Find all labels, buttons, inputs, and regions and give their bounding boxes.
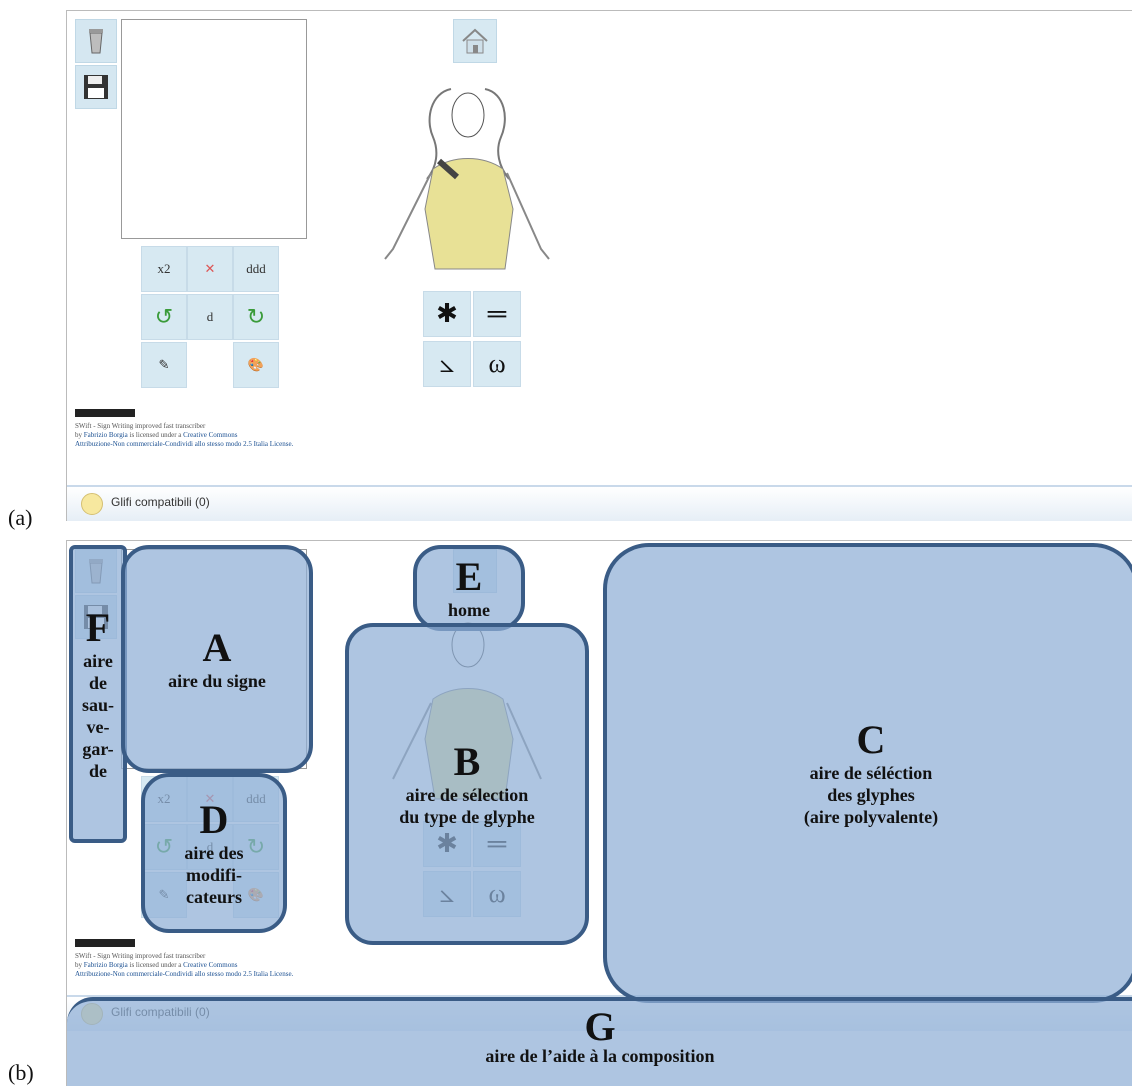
region-b-line2: du type de glyphe bbox=[399, 807, 535, 827]
region-d-line1: aire des bbox=[184, 843, 244, 863]
modifier-button-rotate-left[interactable]: ↺ bbox=[141, 294, 187, 340]
glyph-type-button-omega[interactable]: ω bbox=[473, 341, 521, 387]
author-link[interactable]: Fabrizio Borgia bbox=[84, 431, 128, 439]
region-c-line2: des glyphes bbox=[827, 785, 915, 805]
region-f-line1: aire bbox=[83, 651, 113, 671]
region-e-text: home bbox=[448, 600, 490, 620]
region-g-text: aire de l’aide à la composition bbox=[485, 1046, 715, 1066]
cc-badge[interactable] bbox=[75, 409, 135, 417]
compatible-glyphs-bar[interactable]: Glifi compatibili (0) bbox=[67, 485, 1132, 521]
license-terms-link[interactable]: Attribuzione-Non commerciale-Condividi a… bbox=[75, 970, 293, 978]
license-by: by bbox=[75, 431, 82, 439]
region-c-line1: aire de séléction bbox=[809, 763, 933, 783]
floppy-disk-icon bbox=[84, 75, 108, 99]
trash-icon bbox=[89, 29, 103, 54]
license-block: SWift - Sign Writing improved fast trans… bbox=[75, 409, 293, 449]
compatible-glyphs-label: Glifi compatibili (0) bbox=[111, 495, 210, 509]
region-g-composition-help: G aire de l’aide à la composition bbox=[67, 997, 1132, 1086]
license-mid: is licensed under a bbox=[129, 961, 182, 969]
region-f-line5: gar- bbox=[82, 739, 114, 759]
panel-b-annotated: x2 ✕ ddd ↺ d ↻ ✎ 🎨 ✱ ═ ⦣ ω SWift - Sign … bbox=[66, 540, 1132, 1086]
save-area bbox=[75, 19, 119, 111]
save-button[interactable] bbox=[75, 65, 117, 109]
license-terms-link[interactable]: Attribuzione-Non commerciale-Condividi a… bbox=[75, 440, 293, 448]
license-line1: SWift - Sign Writing improved fast trans… bbox=[75, 952, 206, 960]
modifier-button-glyph[interactable]: d bbox=[187, 294, 233, 340]
glyph-type-button-equals[interactable]: ═ bbox=[473, 291, 521, 337]
region-a-letter: A bbox=[202, 625, 232, 670]
glyph-type-grid: ✱ ═ ⦣ ω bbox=[423, 291, 527, 387]
region-f-line3: sau- bbox=[81, 695, 114, 715]
modifier-button-pencil[interactable]: ✎ bbox=[141, 342, 187, 388]
signer-figure[interactable] bbox=[363, 69, 573, 299]
region-d-line2: modifi- bbox=[186, 865, 242, 885]
license-block: SWift - Sign Writing improved fast trans… bbox=[75, 939, 293, 979]
panel-a-screenshot: x2 ✕ ddd ↺ d ↻ ✎ 🎨 ✱ ═ ⦣ ω SWift - Sign … bbox=[66, 10, 1132, 521]
region-c-line3: (aire polyvalente) bbox=[803, 807, 939, 827]
panel-label-a: (a) bbox=[8, 505, 33, 530]
modifier-button-layers[interactable]: ddd bbox=[233, 246, 279, 292]
home-icon bbox=[462, 28, 488, 54]
region-a-text: aire du signe bbox=[168, 671, 266, 691]
region-e-letter: E bbox=[455, 554, 483, 599]
license-mid: is licensed under a bbox=[129, 431, 182, 439]
region-b-line1: aire de sélection bbox=[405, 785, 529, 805]
home-button[interactable] bbox=[453, 19, 497, 63]
modifier-button-delete[interactable]: ✕ bbox=[187, 246, 233, 292]
region-e-home: E home bbox=[413, 545, 525, 631]
region-b-letter: B bbox=[453, 739, 481, 784]
author-link[interactable]: Fabrizio Borgia bbox=[84, 961, 128, 969]
modifier-grid: x2 ✕ ddd ↺ d ↻ ✎ 🎨 bbox=[141, 246, 281, 388]
region-d-letter: D bbox=[199, 797, 229, 842]
region-f-save-area: F aire de sau- ve- gar- de bbox=[69, 545, 127, 843]
panel-label-b: (b) bbox=[8, 1060, 34, 1085]
region-f-line4: ve- bbox=[86, 717, 110, 737]
trash-button[interactable] bbox=[75, 19, 117, 63]
lightbulb-icon bbox=[81, 493, 103, 515]
modifier-button-palette[interactable]: 🎨 bbox=[233, 342, 279, 388]
region-f-line2: de bbox=[89, 673, 107, 693]
cc-link[interactable]: Creative Commons bbox=[183, 431, 237, 439]
region-b-glyph-type-selection: B aire de sélection du type de glyphe bbox=[345, 623, 589, 945]
modifier-button-duplicate[interactable]: x2 bbox=[141, 246, 187, 292]
cc-badge[interactable] bbox=[75, 939, 135, 947]
glyph-type-button-star[interactable]: ✱ bbox=[423, 291, 471, 337]
glyph-type-button-angle[interactable]: ⦣ bbox=[423, 341, 471, 387]
region-c-letter: C bbox=[856, 717, 886, 762]
license-line1: SWift - Sign Writing improved fast trans… bbox=[75, 422, 206, 430]
sign-canvas[interactable] bbox=[121, 19, 307, 239]
region-a-sign-area: A aire du signe bbox=[121, 545, 313, 773]
region-f-letter: F bbox=[85, 605, 111, 650]
region-c-glyph-selection: C aire de séléction des glyphes (aire po… bbox=[603, 543, 1132, 1003]
region-g-letter: G bbox=[584, 1004, 616, 1049]
modifier-empty-slot bbox=[187, 342, 231, 386]
license-by: by bbox=[75, 961, 82, 969]
region-d-line3: cateurs bbox=[186, 887, 242, 907]
cc-link[interactable]: Creative Commons bbox=[183, 961, 237, 969]
region-f-line6: de bbox=[89, 761, 107, 781]
region-d-modifiers: D aire des modifi- cateurs bbox=[141, 773, 287, 933]
modifier-button-rotate-right[interactable]: ↻ bbox=[233, 294, 279, 340]
